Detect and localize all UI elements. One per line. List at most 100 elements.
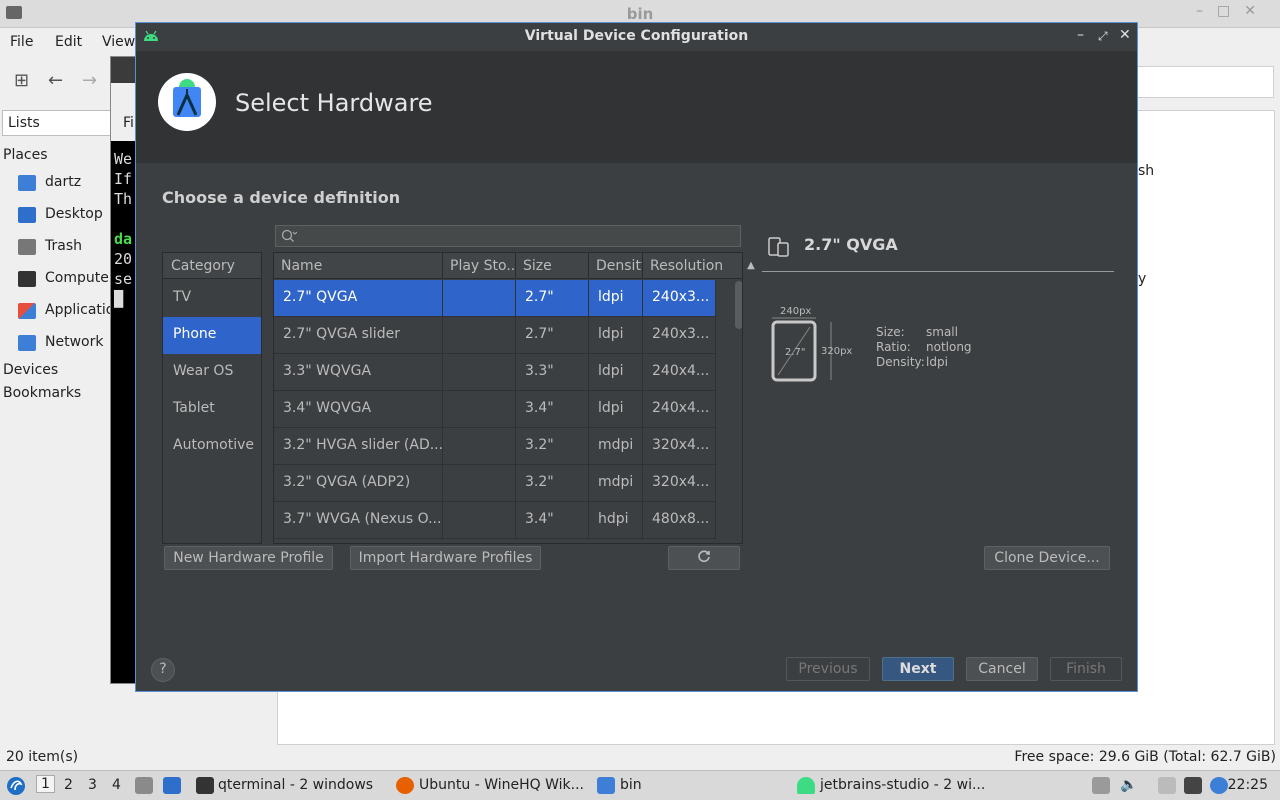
task-jetbrains-studio[interactable]: jetbrains-studio - 2 wi... [820,777,985,793]
desktop-launcher-icon[interactable] [163,777,181,794]
cell-size: 3.3" [516,354,589,391]
new-tab-icon[interactable]: ⊞ [14,70,29,91]
cell-resolution: 240x4... [643,391,716,428]
taskbar: 1 2 3 4 qterminal - 2 windows Ubuntu - W… [0,770,1280,800]
workspace-2[interactable]: 2 [64,777,73,793]
close-icon[interactable]: ✕ [1119,27,1131,43]
terminal-menu-file[interactable]: Fi [123,115,134,131]
device-row[interactable]: 2.7" QVGA 2.7" ldpi 240x3... [274,280,716,317]
category-header[interactable]: Category [163,253,261,279]
table-scrollbar[interactable] [735,281,742,329]
cell-play-store [443,428,516,465]
menu-edit[interactable]: Edit [55,34,82,50]
category-wear-os[interactable]: Wear OS [163,354,261,391]
category-tv[interactable]: TV [163,280,261,317]
file-list-fragment: y [1138,271,1147,287]
device-search-field[interactable] [275,225,741,247]
sort-ascending-icon[interactable]: ▲ [741,252,761,278]
cell-size: 3.4" [516,391,589,428]
terminal-output: We If Th da 20 se █ [114,150,133,308]
start-menu-icon[interactable] [6,776,26,796]
network-tray-icon[interactable] [1184,777,1202,794]
column-play-store[interactable]: Play Sto... [443,253,516,279]
clock[interactable]: 22:25 [1228,777,1268,793]
network-icon [18,335,36,351]
finish-button[interactable]: Finish [1050,657,1122,681]
cell-density: ldpi [589,354,643,391]
place-computer[interactable]: Computer [16,269,116,291]
previous-button[interactable]: Previous [786,657,870,681]
terminal-line: If [114,170,133,188]
device-row[interactable]: 2.7" QVGA slider 2.7" ldpi 240x3... [274,317,716,354]
device-icon [768,237,789,257]
device-row[interactable]: 3.3" WQVGA 3.3" ldpi 240x4... [274,354,716,391]
terminal-line: 20 [114,250,133,268]
device-row[interactable]: 3.2" HVGA slider (AD... 3.2" mdpi 320x4... [274,428,716,465]
device-row[interactable]: 3.2" QVGA (ADP2) 3.2" mdpi 320x4... [274,465,716,502]
updates-icon[interactable] [1210,777,1228,794]
menu-view[interactable]: View [102,34,135,50]
task-firefox[interactable]: Ubuntu - WineHQ Wik... [419,777,584,793]
place-dartz[interactable]: dartz [16,173,116,195]
tray-up-icon[interactable] [1092,777,1110,794]
android-studio-icon [173,79,201,117]
back-arrow-icon[interactable]: ← [48,70,63,91]
spec-size: Size: small [876,325,958,339]
volume-icon[interactable]: 🔈 [1120,777,1137,793]
search-input[interactable] [302,227,732,245]
device-preview: 240px 320px 2.7" [768,305,868,385]
device-row[interactable]: 3.7" WVGA (Nexus O... 3.4" hdpi 480x8... [274,502,716,539]
android-studio-taskbar-icon [797,777,815,794]
column-resolution[interactable]: Resolution [643,253,742,279]
menu-file[interactable]: File [10,34,33,50]
dialog-title: Virtual Device Configuration [524,28,749,44]
devices-heading[interactable]: Devices [3,362,58,378]
place-applications[interactable]: Applications [16,301,131,323]
refresh-button[interactable] [668,546,740,570]
file-manager-launcher-icon[interactable] [135,777,153,794]
cell-name: 3.2" QVGA (ADP2) [274,465,443,502]
workspace-4[interactable]: 4 [112,777,121,793]
workspace-1[interactable]: 1 [36,775,55,793]
cell-name: 3.7" WVGA (Nexus O... [274,502,443,539]
category-tablet[interactable]: Tablet [163,391,261,428]
device-specs: Size: small Ratio: notlong Density:ldpi [876,325,972,370]
file-list-fragment: sh [1138,163,1155,179]
task-bin[interactable]: bin [620,777,642,793]
forward-arrow-icon[interactable]: → [82,70,97,91]
item-count: 20 item(s) [6,749,79,765]
category-automotive[interactable]: Automotive [163,428,261,465]
computer-icon [18,271,36,287]
window-controls[interactable]: –□✕ [1196,3,1270,19]
android-studio-logo [158,73,216,131]
minimize-icon[interactable]: – [1077,27,1084,43]
category-phone[interactable]: Phone [163,317,261,354]
spec-ratio: Ratio: notlong [876,340,972,354]
bookmarks-heading[interactable]: Bookmarks [3,385,81,401]
desktop-icon [18,207,36,223]
next-button[interactable]: Next [882,657,954,681]
clipboard-icon[interactable] [1158,777,1176,794]
device-row[interactable]: 3.4" WQVGA 3.4" ldpi 240x4... [274,391,716,428]
place-desktop[interactable]: Desktop [16,205,116,227]
help-button[interactable]: ? [151,658,175,682]
lists-dropdown[interactable]: Lists [2,110,112,136]
places-sidebar: Places dartz Desktop Trash Computer Appl… [0,140,131,740]
cell-density: hdpi [589,502,643,539]
spec-density: Density:ldpi [876,355,948,369]
column-density[interactable]: Density [589,253,643,279]
address-bar[interactable] [1130,66,1274,98]
import-hardware-profiles-button[interactable]: Import Hardware Profiles [350,546,541,570]
column-size[interactable]: Size [516,253,589,279]
file-manager-title: bin [626,5,654,23]
new-hardware-profile-button[interactable]: New Hardware Profile [164,546,333,570]
cancel-button[interactable]: Cancel [966,657,1038,681]
place-trash[interactable]: Trash [16,237,116,259]
header-title: Select Hardware [235,89,433,117]
place-network[interactable]: Network [16,333,116,355]
column-name[interactable]: Name [274,253,443,279]
workspace-3[interactable]: 3 [88,777,97,793]
clone-device-button[interactable]: Clone Device... [984,546,1110,570]
task-qterminal[interactable]: qterminal - 2 windows [218,777,373,793]
maximize-icon[interactable]: ⤢ [1098,29,1108,44]
